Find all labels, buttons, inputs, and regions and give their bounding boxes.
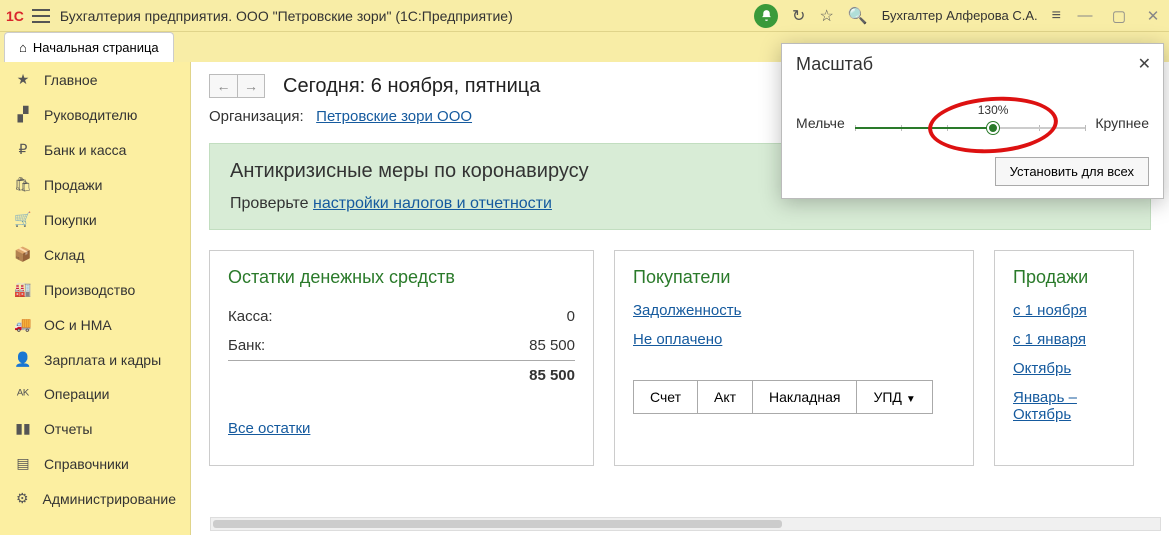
person-icon: 👤 [14, 351, 32, 368]
chevron-down-icon: ▼ [906, 394, 916, 405]
settings-icon[interactable]: ≡ [1052, 7, 1061, 25]
menu-button[interactable] [32, 9, 50, 23]
sidebar-item-11[interactable]: ▤ Справочники [0, 446, 190, 481]
buyers-link-unpaid[interactable]: Не оплачено [633, 331, 722, 348]
card-buyers-title: Покупатели [633, 267, 955, 288]
cash-total: 85 500 [529, 367, 575, 384]
ruble-icon: ₽ [14, 141, 32, 158]
cash-row-value: 85 500 [529, 337, 575, 354]
slider-value: 130% [978, 103, 1009, 117]
slider-smaller-label: Мельче [796, 115, 845, 131]
cart-icon: 🛒 [14, 211, 32, 228]
sidebar-item-label: Руководителю [44, 107, 137, 123]
sidebar-item-label: Отчеты [44, 421, 92, 437]
cash-row-label: Касса: [228, 308, 273, 325]
zoom-slider[interactable]: 130% [855, 103, 1086, 143]
bars-icon: ▮▮ [14, 420, 32, 437]
popup-close-button[interactable]: ✕ [1138, 54, 1151, 74]
sidebar-item-7[interactable]: 🚚 ОС и НМА [0, 307, 190, 342]
sidebar-item-label: Операции [44, 386, 110, 402]
popup-title: Масштаб [796, 54, 1149, 75]
sidebar-item-label: Склад [44, 247, 85, 263]
home-icon: ⌂ [19, 40, 27, 55]
sales-link-0[interactable]: с 1 ноября [1013, 302, 1087, 319]
window-title: Бухгалтерия предприятия. ООО "Петровские… [60, 8, 754, 24]
doc-button-group: Счет Акт Накладная УПД▼ [633, 380, 933, 414]
box-icon: 📦 [14, 246, 32, 263]
tab-label: Начальная страница [33, 40, 159, 55]
truck-icon: 🚚 [14, 316, 32, 333]
maximize-button[interactable]: ▢ [1109, 6, 1129, 26]
sidebar-item-1[interactable]: ▞ Руководителю [0, 97, 190, 132]
star-icon[interactable]: ☆ [819, 6, 833, 26]
nav-back-button[interactable]: ← [209, 74, 237, 98]
cash-row-label: Банк: [228, 337, 265, 354]
factory-icon: 🏭 [14, 281, 32, 298]
sales-link-1[interactable]: с 1 января [1013, 331, 1086, 348]
horizontal-scrollbar[interactable] [210, 517, 1161, 531]
slider-larger-label: Крупнее [1095, 115, 1149, 131]
card-buyers: Покупатели Задолженность Не оплачено Сче… [614, 250, 974, 466]
sidebar-item-10[interactable]: ▮▮ Отчеты [0, 411, 190, 446]
scale-popup: Масштаб ✕ Мельче 130% Крупнее Установить… [781, 43, 1164, 199]
bell-icon [760, 9, 773, 22]
cash-row-value: 0 [567, 308, 575, 325]
sidebar-item-label: Производство [44, 282, 135, 298]
sidebar-item-12[interactable]: ⚙ Администрирование [0, 481, 190, 516]
book-icon: ▤ [14, 455, 32, 472]
bag-icon: 🛍 [14, 176, 32, 193]
card-sales-title: Продажи [1013, 267, 1115, 288]
doc-btn-invoice[interactable]: Счет [634, 381, 698, 413]
current-user[interactable]: Бухгалтер Алферова С.А. [882, 8, 1038, 23]
tab-home[interactable]: ⌂ Начальная страница [4, 32, 174, 62]
chart-icon: ▞ [14, 106, 32, 123]
slider-thumb[interactable] [987, 122, 999, 134]
history-icon[interactable]: ↻ [792, 6, 805, 26]
sidebar-item-label: ОС и НМА [44, 317, 112, 333]
sidebar-item-0[interactable]: ★ Главное [0, 62, 190, 97]
notifications-button[interactable] [754, 4, 778, 28]
gear-icon: ⚙ [14, 490, 31, 507]
titlebar: 1C Бухгалтерия предприятия. ООО "Петровс… [0, 0, 1169, 32]
sidebar-item-label: Покупки [44, 212, 97, 228]
alert-sub-text: Проверьте [230, 195, 313, 212]
sidebar-item-5[interactable]: 📦 Склад [0, 237, 190, 272]
sidebar-item-4[interactable]: 🛒 Покупки [0, 202, 190, 237]
minimize-button[interactable]: — [1075, 6, 1095, 26]
all-balances-link[interactable]: Все остатки [228, 420, 310, 437]
sidebar-item-9[interactable]: ᴬᴷ Операции [0, 377, 190, 411]
alert-link[interactable]: настройки налогов и отчетности [313, 195, 552, 212]
doc-btn-act[interactable]: Акт [698, 381, 753, 413]
sidebar-item-2[interactable]: ₽ Банк и касса [0, 132, 190, 167]
sidebar-item-label: Продажи [44, 177, 102, 193]
sales-link-3[interactable]: Январь – Октябрь [1013, 389, 1115, 423]
sidebar-item-label: Банк и касса [44, 142, 126, 158]
ops-icon: ᴬᴷ [14, 386, 32, 402]
doc-btn-waybill[interactable]: Накладная [753, 381, 857, 413]
sidebar: ★ Главное ▞ Руководителю ₽ Банк и касса 🛍 Прода… [0, 62, 191, 535]
sidebar-item-label: Администрирование [43, 491, 177, 507]
scrollbar-thumb[interactable] [213, 520, 782, 528]
org-link[interactable]: Петровские зори ООО [316, 108, 472, 125]
star-icon: ★ [14, 71, 32, 88]
sidebar-item-label: Справочники [44, 456, 129, 472]
buyers-link-debt[interactable]: Задолженность [633, 302, 741, 319]
set-for-all-button[interactable]: Установить для всех [995, 157, 1149, 186]
sidebar-item-label: Главное [44, 72, 98, 88]
card-sales: Продажи с 1 ноября с 1 января Октябрь Ян… [994, 250, 1134, 466]
sidebar-item-3[interactable]: 🛍 Продажи [0, 167, 190, 202]
org-label: Организация: [209, 108, 304, 125]
search-icon[interactable]: 🔍 [848, 6, 868, 26]
today-heading: Сегодня: 6 ноября, пятница [283, 75, 540, 98]
nav-forward-button[interactable]: → [237, 74, 265, 98]
sales-link-2[interactable]: Октябрь [1013, 360, 1071, 377]
logo-1c: 1C [6, 8, 24, 24]
card-cash-title: Остатки денежных средств [228, 267, 575, 288]
sidebar-item-label: Зарплата и кадры [44, 352, 161, 368]
sidebar-item-6[interactable]: 🏭 Производство [0, 272, 190, 307]
doc-btn-upd[interactable]: УПД▼ [857, 381, 931, 413]
card-cash: Остатки денежных средств Касса: 0 Банк: … [209, 250, 594, 466]
sidebar-item-8[interactable]: 👤 Зарплата и кадры [0, 342, 190, 377]
close-button[interactable]: ✕ [1143, 6, 1163, 26]
